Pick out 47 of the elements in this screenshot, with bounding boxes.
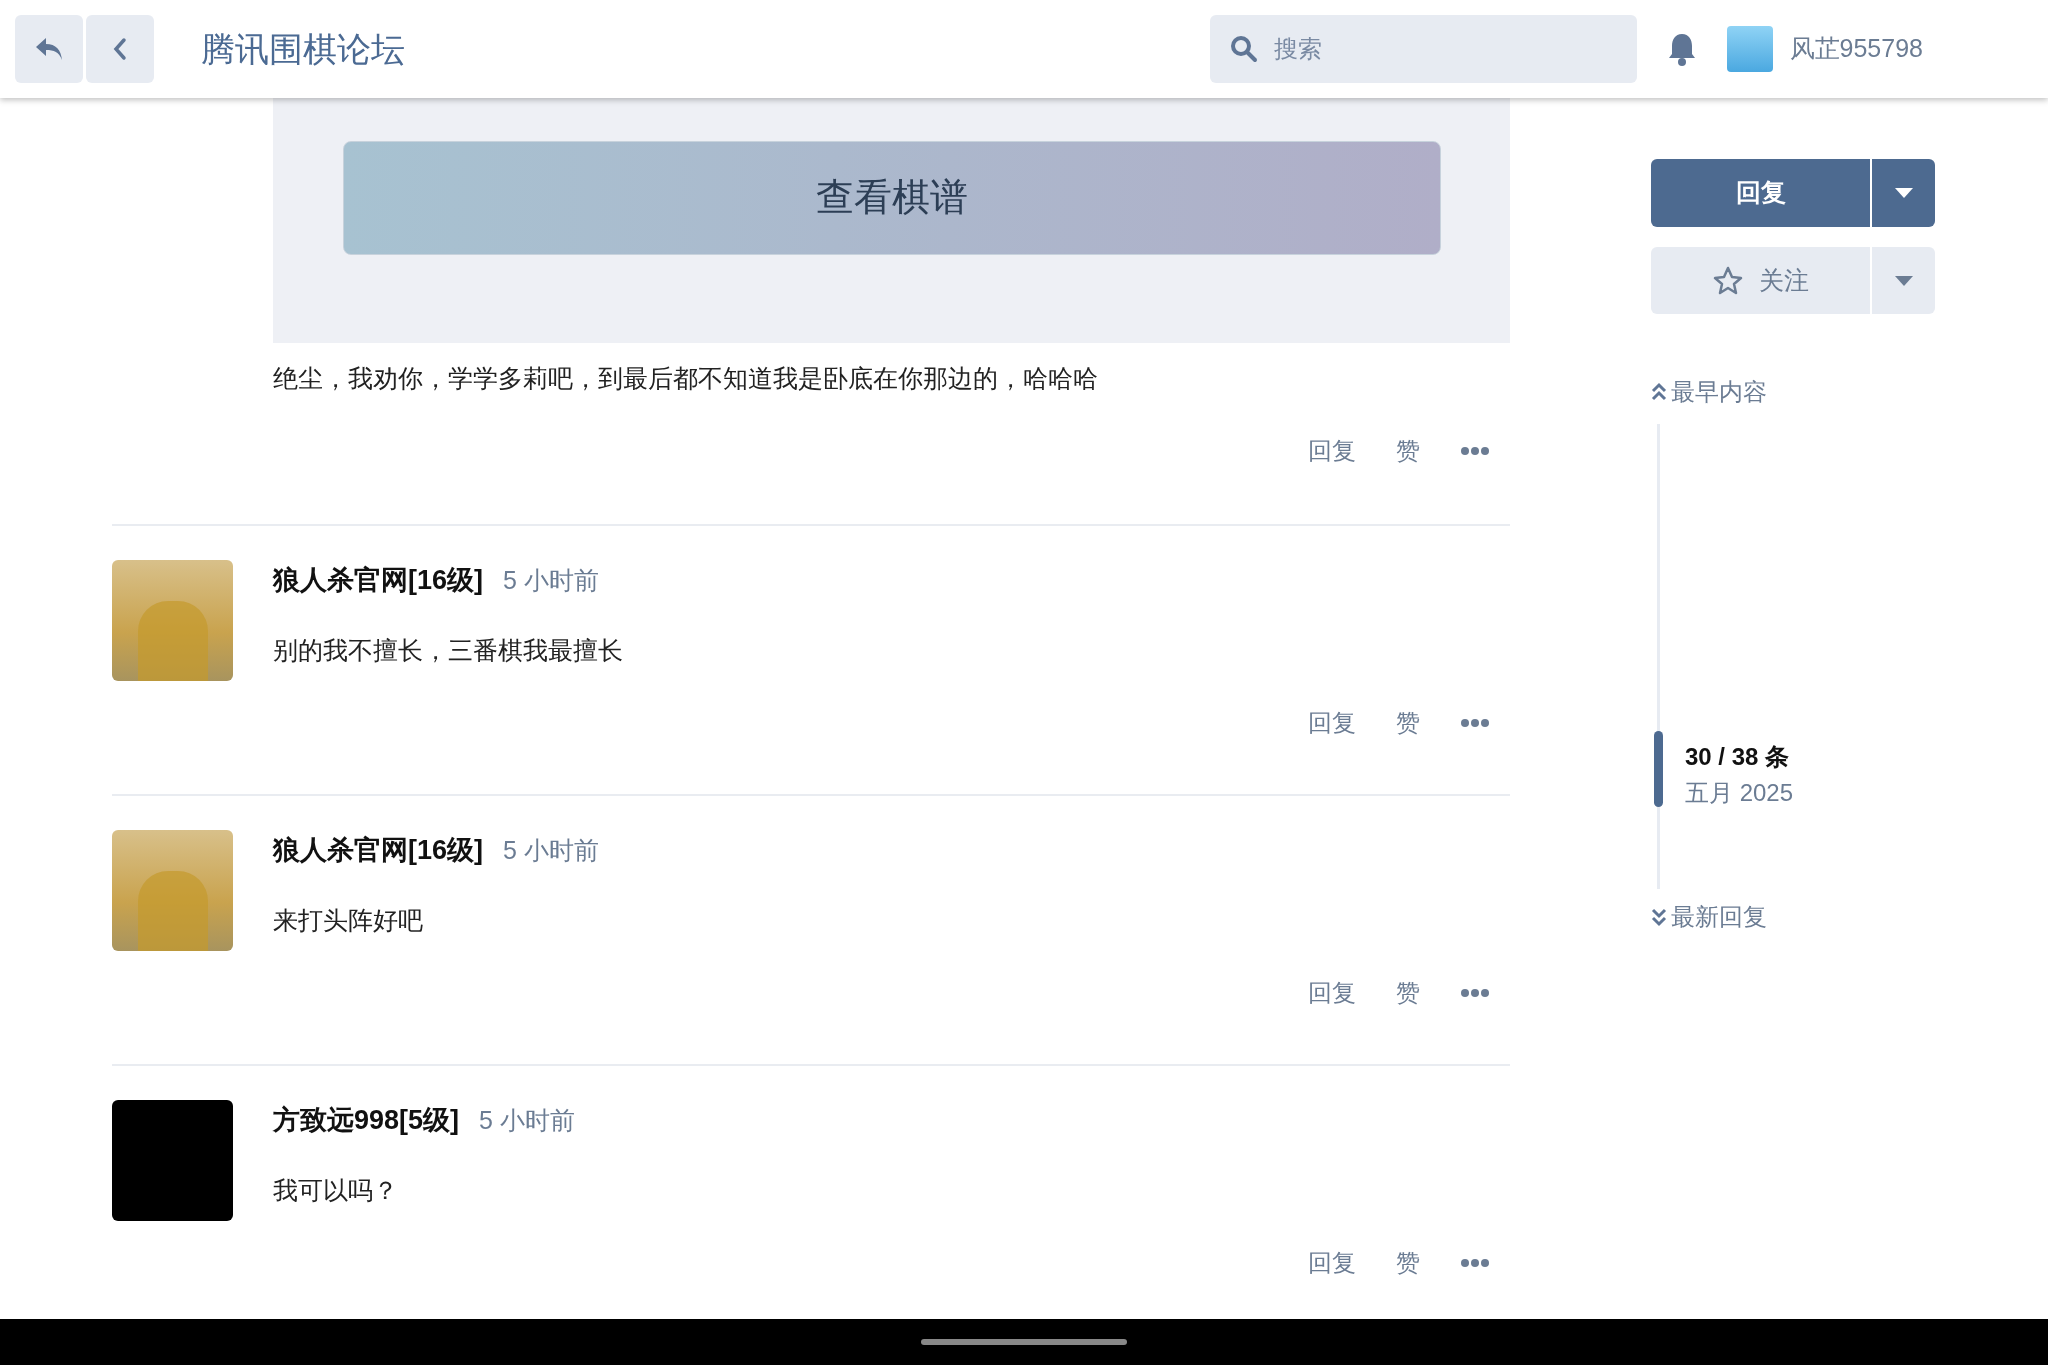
double-chevron-down-icon: [1651, 907, 1667, 927]
more-icon[interactable]: [1460, 1258, 1490, 1268]
author-name[interactable]: 狼人杀官网[16级]: [273, 830, 483, 871]
post-body: 我可以吗？: [273, 1175, 399, 1206]
timeline-handle[interactable]: [1654, 731, 1663, 808]
reply-link[interactable]: 回复: [1308, 433, 1356, 469]
latest-link[interactable]: 最新回复: [1651, 899, 1767, 935]
reply-arrow-icon: [34, 36, 64, 62]
follow-button[interactable]: 关注: [1651, 247, 1870, 314]
notification-bell-icon[interactable]: [1666, 32, 1697, 66]
user-avatar[interactable]: [1726, 26, 1773, 72]
more-icon[interactable]: [1460, 988, 1490, 998]
post-body: 来打头阵好吧: [273, 905, 424, 936]
follow-options-button[interactable]: [1872, 247, 1935, 314]
username[interactable]: 风芷955798: [1789, 30, 1923, 68]
reply-button[interactable]: 回复: [1651, 159, 1870, 227]
caret-down-icon: [1894, 275, 1913, 286]
back-button[interactable]: [15, 15, 83, 83]
earliest-link[interactable]: 最早内容: [1651, 374, 1767, 410]
more-icon[interactable]: [1460, 446, 1490, 456]
more-icon[interactable]: [1460, 718, 1490, 728]
reply-link[interactable]: 回复: [1308, 705, 1356, 741]
like-link[interactable]: 赞: [1396, 433, 1420, 469]
post-time[interactable]: 5 小时前: [503, 832, 599, 870]
like-link[interactable]: 赞: [1396, 705, 1420, 741]
forum-title[interactable]: 腾讯围棋论坛: [201, 23, 405, 75]
previous-button[interactable]: [86, 15, 154, 83]
view-game-record-button[interactable]: 查看棋谱: [342, 140, 1441, 255]
reply-link[interactable]: 回复: [1308, 1245, 1356, 1281]
post-time[interactable]: 5 小时前: [503, 562, 599, 600]
star-icon: [1712, 265, 1743, 296]
search-field[interactable]: 搜索: [1209, 15, 1637, 83]
post-body: 别的我不擅长，三番棋我最擅长: [273, 635, 624, 666]
author-name[interactable]: 方致远998[5级]: [273, 1100, 460, 1141]
post-body: 绝尘，我劝你，学学多莉吧，到最后都不知道我是卧底在你那边的，哈哈哈: [273, 363, 1099, 394]
reply-options-button[interactable]: [1872, 159, 1935, 227]
chevron-left-icon: [113, 37, 127, 61]
like-link[interactable]: 赞: [1396, 975, 1420, 1011]
post-date: 五月 2025: [1685, 778, 1795, 809]
like-link[interactable]: 赞: [1396, 1245, 1420, 1281]
post-time[interactable]: 5 小时前: [479, 1102, 575, 1140]
author-name[interactable]: 狼人杀官网[16级]: [273, 560, 483, 601]
caret-down-icon: [1894, 188, 1913, 198]
search-icon: [1229, 35, 1258, 63]
post-position: 30 / 38 条: [1685, 742, 1791, 773]
double-chevron-up-icon: [1651, 382, 1667, 402]
reply-link[interactable]: 回复: [1308, 975, 1356, 1011]
